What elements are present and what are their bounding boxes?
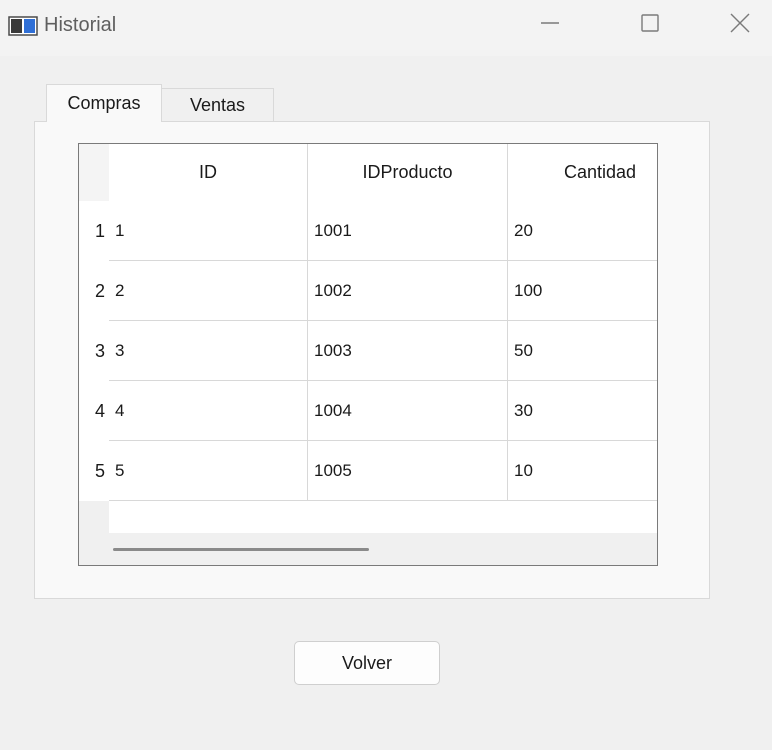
- maximize-button[interactable]: [622, 0, 678, 50]
- column-header-id[interactable]: ID: [109, 144, 308, 201]
- table-row[interactable]: 3 3 1003 50: [79, 321, 657, 381]
- row-header[interactable]: 3: [79, 321, 109, 381]
- close-icon: [729, 12, 751, 39]
- row-header[interactable]: 1: [79, 201, 109, 261]
- cell-id[interactable]: 4: [109, 381, 308, 441]
- minimize-button[interactable]: [522, 0, 578, 50]
- title-bar[interactable]: Historial: [0, 0, 772, 56]
- table-corner: [79, 144, 109, 201]
- cell-cantidad[interactable]: 10: [508, 441, 657, 501]
- tab-compras[interactable]: Compras: [46, 84, 162, 122]
- app-window-icon: [8, 16, 38, 36]
- tab-ventas[interactable]: Ventas: [162, 88, 274, 122]
- volver-button[interactable]: Volver: [294, 641, 440, 685]
- cell-cantidad[interactable]: 30: [508, 381, 657, 441]
- row-header[interactable]: 5: [79, 441, 109, 501]
- historial-window: Historial Compras Ventas ID IDProducto C…: [0, 0, 772, 750]
- row-header[interactable]: 4: [79, 381, 109, 441]
- window-title: Historial: [44, 14, 117, 36]
- cell-cantidad[interactable]: 20: [508, 201, 657, 261]
- cell-id[interactable]: 3: [109, 321, 308, 381]
- maximize-icon: [640, 13, 660, 38]
- table-row[interactable]: 1 1 1001 20: [79, 201, 657, 261]
- cell-idproducto[interactable]: 1002: [308, 261, 508, 321]
- compras-table[interactable]: ID IDProducto Cantidad 1 1 1001 20 2 2 1…: [78, 143, 658, 566]
- empty-row-header: [79, 501, 109, 533]
- close-button[interactable]: [712, 0, 768, 50]
- row-header[interactable]: 2: [79, 261, 109, 321]
- cell-idproducto[interactable]: 1004: [308, 381, 508, 441]
- cell-id[interactable]: 2: [109, 261, 308, 321]
- column-header-idproducto[interactable]: IDProducto: [308, 144, 508, 201]
- cell-idproducto[interactable]: 1001: [308, 201, 508, 261]
- table-row[interactable]: 4 4 1004 30: [79, 381, 657, 441]
- cell-idproducto[interactable]: 1005: [308, 441, 508, 501]
- table-row[interactable]: 5 5 1005 10: [79, 441, 657, 501]
- scrollbar-thumb[interactable]: [113, 548, 369, 551]
- cell-cantidad[interactable]: 50: [508, 321, 657, 381]
- table-row[interactable]: 2 2 1002 100: [79, 261, 657, 321]
- cell-cantidad[interactable]: 100: [508, 261, 657, 321]
- cell-idproducto[interactable]: 1003: [308, 321, 508, 381]
- horizontal-scrollbar[interactable]: [79, 533, 657, 565]
- cell-id[interactable]: 5: [109, 441, 308, 501]
- minimize-icon: [540, 13, 560, 38]
- cell-id[interactable]: 1: [109, 201, 308, 261]
- column-header-cantidad[interactable]: Cantidad: [508, 144, 657, 201]
